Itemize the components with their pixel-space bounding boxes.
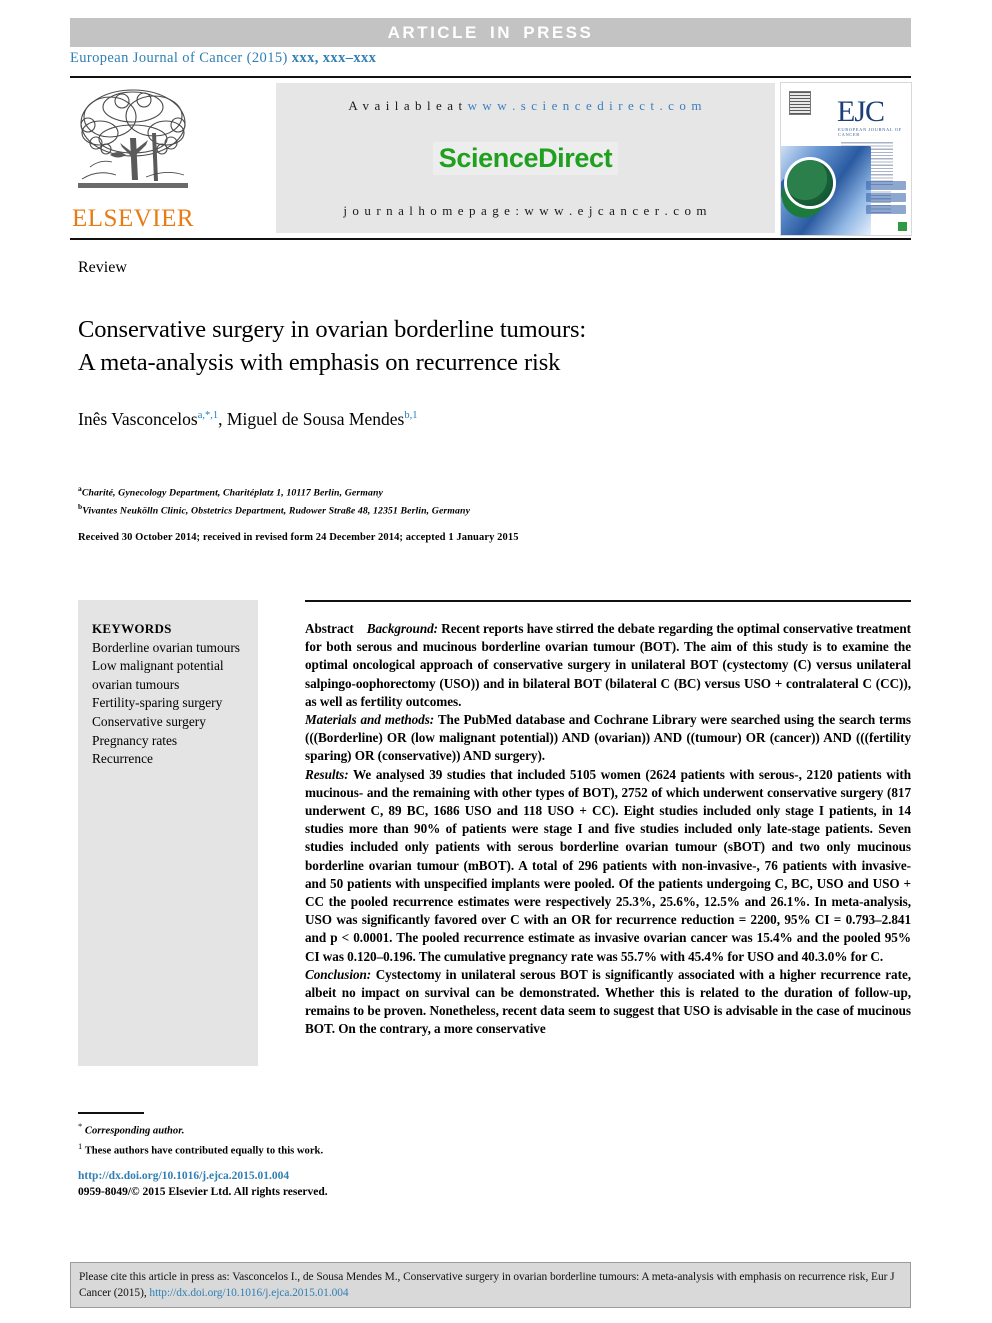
abstract-top-rule: [305, 600, 911, 602]
article-first-page: ARTICLE IN PRESS European Journal of Can…: [0, 0, 992, 1323]
cover-badge-1: [866, 181, 906, 190]
abstract-section-body-results: We analysed 39 studies that included 510…: [305, 766, 911, 964]
footnotes: * Corresponding author. 1 These authors …: [78, 1119, 498, 1159]
sciencedirect-logo: ScienceDirect: [432, 142, 619, 175]
sciencedirect-url[interactable]: w w w . s c i e n c e d i r e c t . c o …: [468, 98, 703, 113]
author-name-1: Inês Vasconcelos: [78, 409, 198, 429]
cover-badge-3: [866, 205, 906, 214]
keyword-item: Borderline ovarian tumours: [92, 639, 241, 655]
article-type-label: Review: [78, 259, 127, 276]
abstract-section-heading-background: Background:: [366, 621, 439, 636]
elsevier-logo: ELSEVIER: [72, 83, 194, 235]
cover-acronym: EJC: [837, 95, 885, 128]
keywords-content: KEYWORDS Borderline ovarian tumours Low …: [92, 620, 252, 769]
paper-title-line-1: Conservative surgery in ovarian borderli…: [78, 316, 587, 343]
elsevier-tree-icon: [78, 89, 188, 188]
cover-cell-image: [781, 146, 871, 235]
author-list: Inês Vasconcelosa,*,1, Miguel de Sousa M…: [78, 409, 417, 430]
abstract: Abstract Background: Recent reports have…: [305, 620, 911, 1039]
available-at-line: A v a i l a b l e a t w w w . s c i e n …: [348, 98, 702, 114]
footnote-corresponding-text: Corresponding author.: [84, 1125, 185, 1137]
citation-footer-text: Please cite this article in press as: Va…: [79, 1270, 901, 1301]
footnote-equal-contribution: 1 These authors have contributed equally…: [78, 1139, 498, 1159]
journal-cover-thumbnail: EJC EUROPEAN JOURNAL OF CANCER: [780, 82, 912, 236]
abstract-paragraph-methods: Materials and methods: The PubMed databa…: [305, 711, 911, 766]
journal-name: European Journal of Cancer (2015): [70, 50, 288, 66]
affiliation-b-text: Vivantes Neukölln Clinic, Obstetrics Dep…: [82, 505, 471, 517]
article-in-press-label: ARTICLE IN PRESS: [387, 22, 594, 42]
header-bottom-rule: [70, 238, 911, 240]
keyword-item: Fertility-sparing surgery: [92, 695, 223, 711]
affiliation-list: aCharité, Gynecology Department, Charité…: [78, 482, 878, 518]
keywords-panel: KEYWORDS Borderline ovarian tumours Low …: [78, 600, 258, 1066]
article-history: Received 30 October 2014; received in re…: [78, 532, 519, 543]
cover-subtitle: EUROPEAN JOURNAL OF CANCER: [838, 127, 902, 137]
abstract-paragraph-results: Results: We analysed 39 studies that inc…: [305, 766, 911, 966]
journal-header-band: ELSEVIER A v a i l a b l e a t w w w . s…: [70, 80, 912, 236]
citation-footer-box: Please cite this article in press as: Va…: [70, 1262, 911, 1308]
author-separator: ,: [218, 409, 227, 429]
affiliation-a: aCharité, Gynecology Department, Charité…: [78, 482, 878, 500]
abstract-section-body-conclusion: Cystectomy in unilateral serous BOT is s…: [305, 966, 911, 1037]
footnote-equal-mark: 1: [78, 1141, 83, 1152]
cover-badge-2: [866, 193, 906, 202]
copyright-line: 0959-8049/© 2015 Elsevier Ltd. All right…: [78, 1186, 328, 1198]
affiliation-b: bVivantes Neukölln Clinic, Obstetrics De…: [78, 500, 878, 518]
doi-link[interactable]: http://dx.doi.org/10.1016/j.ejca.2015.01…: [78, 1170, 289, 1182]
author-name-2: Miguel de Sousa Mendes: [226, 409, 405, 429]
paper-title-line-2: A meta-analysis with emphasis on recurre…: [78, 349, 561, 376]
abstract-paragraph-background: Abstract Background: Recent reports have…: [305, 620, 911, 711]
keyword-item: Pregnancy rates: [92, 732, 178, 748]
footnote-corresponding-author: * Corresponding author.: [78, 1119, 498, 1139]
article-in-press-banner: ARTICLE IN PRESS: [70, 18, 911, 47]
footnote-rule: [78, 1112, 144, 1114]
cover-green-chip-icon: [898, 222, 907, 231]
author-marks-2: b,1: [404, 410, 418, 422]
header-top-rule: [70, 76, 911, 78]
author-marks-1: a,*,1: [197, 410, 219, 422]
abstract-section-heading-methods: Materials and methods:: [305, 712, 435, 728]
page-title: Conservative surgery in ovarian borderli…: [78, 313, 878, 379]
available-at-label: A v a i l a b l e a t: [348, 98, 464, 113]
keyword-item: Conservative surgery: [92, 713, 206, 729]
footnote-corresponding-mark: *: [78, 1121, 83, 1131]
abstract-section-heading-results: Results:: [305, 766, 349, 782]
abstract-section-heading-conclusion: Conclusion:: [305, 966, 372, 982]
keyword-item: Low malignant potential ovarian tumours: [92, 658, 224, 692]
affiliation-a-text: Charité, Gynecology Department, Charitép…: [81, 487, 383, 499]
abstract-label: Abstract: [305, 621, 354, 636]
sciencedirect-box: A v a i l a b l e a t w w w . s c i e n …: [276, 83, 775, 233]
citation-doi-link[interactable]: http://dx.doi.org/10.1016/j.ejca.2015.01…: [149, 1287, 348, 1299]
footnote-equal-text: These authors have contributed equally t…: [84, 1145, 324, 1157]
cover-publisher-mark-icon: [789, 91, 811, 115]
abstract-paragraph-conclusion: Conclusion: Cystectomy in unilateral ser…: [305, 966, 911, 1039]
journal-homepage-line[interactable]: j o u r n a l h o m e p a g e : w w w . …: [343, 203, 707, 219]
keywords-heading: KEYWORDS: [92, 621, 172, 636]
elsevier-wordmark: ELSEVIER: [72, 205, 195, 232]
journal-volume-pages: xxx, xxx–xxx: [291, 50, 377, 66]
journal-citation-line: European Journal of Cancer (2015) xxx, x…: [70, 50, 911, 67]
keyword-item: Recurrence: [92, 751, 153, 767]
